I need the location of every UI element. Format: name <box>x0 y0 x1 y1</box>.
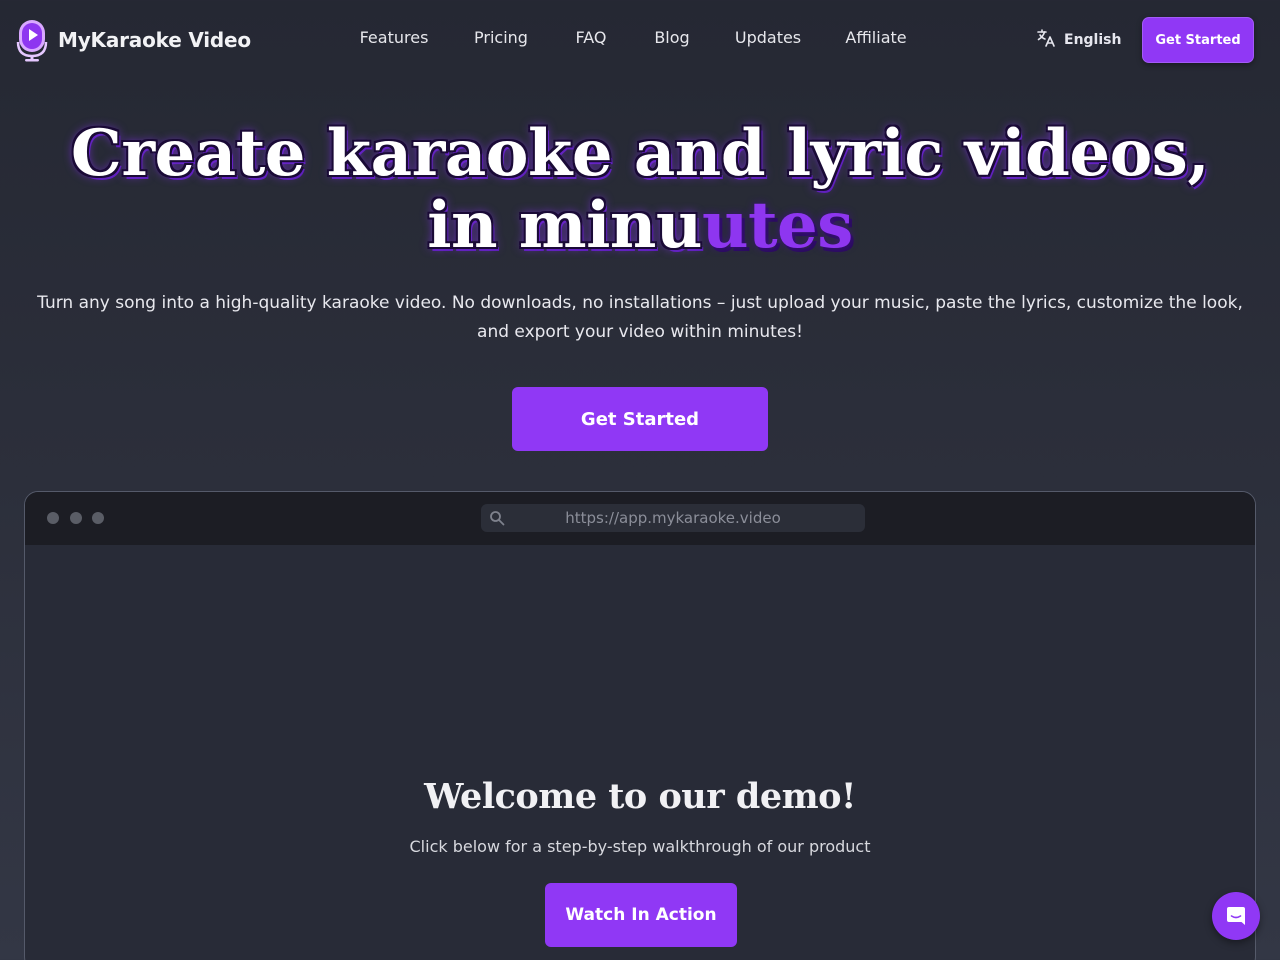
url-bar[interactable]: https://app.mykaraoke.video <box>481 504 865 532</box>
hero-title-line1: Create karaoke and lyric videos, <box>70 116 1210 191</box>
window-dot-icon <box>47 512 59 524</box>
nav-features[interactable]: Features <box>360 28 429 47</box>
nav-pricing[interactable]: Pricing <box>474 28 528 47</box>
language-label: English <box>1064 32 1122 48</box>
translate-icon <box>1036 28 1056 53</box>
hero-title-accent: utes <box>701 188 853 263</box>
browser-toolbar: https://app.mykaraoke.video <box>25 492 1255 545</box>
nav-affiliate[interactable]: Affiliate <box>845 28 906 47</box>
watch-in-action-button[interactable]: Watch In Action <box>545 883 737 947</box>
demo-title: Welcome to our demo! <box>424 776 856 817</box>
language-selector[interactable]: English <box>1036 28 1121 52</box>
hero-subtitle: Turn any song into a high-quality karaok… <box>37 293 1243 342</box>
header-get-started-button[interactable]: Get Started <box>1142 17 1254 63</box>
site-header: MyKaraoke Video Features Pricing FAQ Blo… <box>0 0 1280 80</box>
chat-launcher-button[interactable] <box>1212 892 1260 940</box>
window-dot-icon <box>70 512 82 524</box>
url-text: https://app.mykaraoke.video <box>565 509 781 527</box>
demo-subtitle: Click below for a step-by-step walkthrou… <box>409 837 871 856</box>
chat-bubble-icon <box>1225 905 1247 927</box>
window-dot-icon <box>92 512 104 524</box>
hero-title-line2: in minu <box>427 188 702 263</box>
nav-faq[interactable]: FAQ <box>576 28 607 47</box>
nav-updates[interactable]: Updates <box>735 28 801 47</box>
demo-browser-window: https://app.mykaraoke.video Welcome to o… <box>24 491 1256 960</box>
nav-blog[interactable]: Blog <box>654 28 689 47</box>
hero-get-started-button[interactable]: Get Started <box>512 387 768 451</box>
hero-title: Create karaoke and lyric videos, in minu… <box>0 118 1280 262</box>
